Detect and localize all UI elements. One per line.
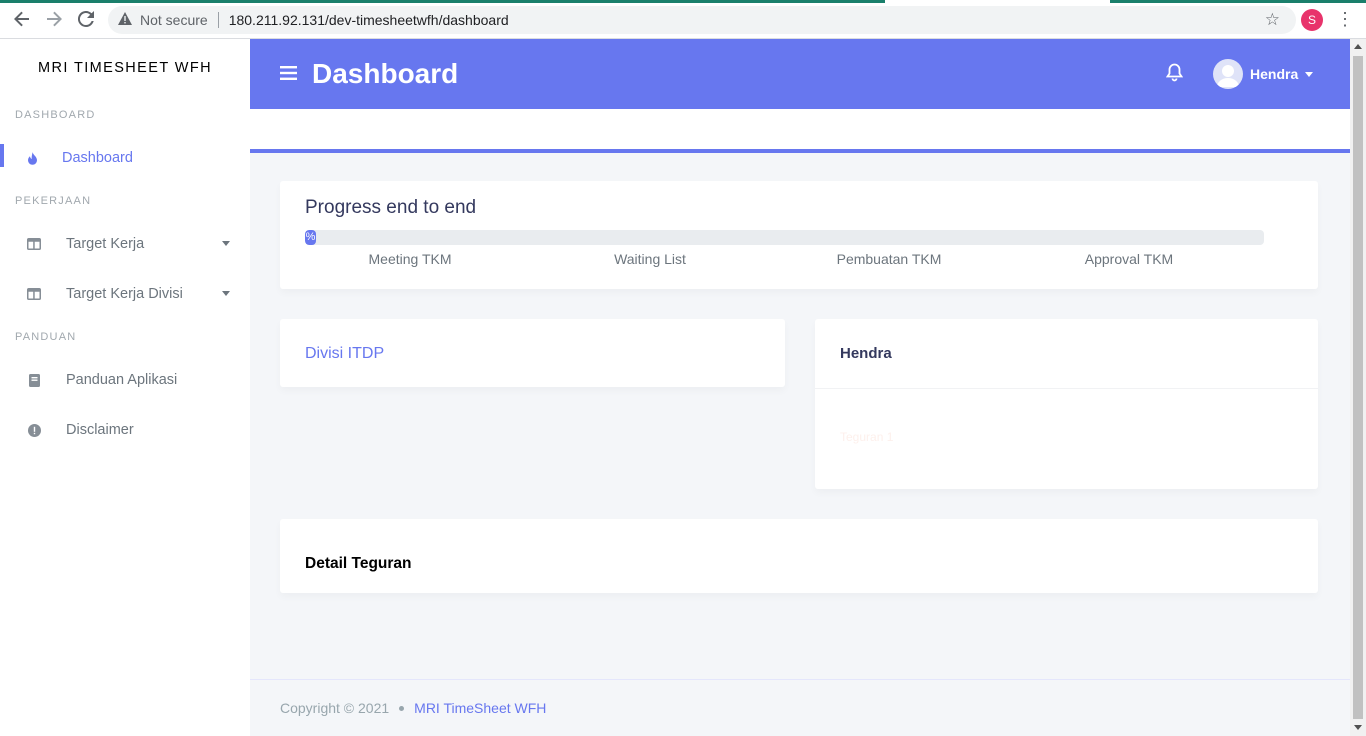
sidebar-item-target-kerja-divisi[interactable]: Target Kerja Divisi (0, 269, 250, 319)
caret-down-icon (222, 241, 230, 246)
caret-down-icon[interactable] (1305, 72, 1313, 77)
back-button[interactable] (6, 3, 38, 35)
security-label: Not secure (140, 12, 208, 28)
caret-down-icon (222, 291, 230, 296)
sidebar-item-panduan-aplikasi[interactable]: Panduan Aplikasi (0, 355, 250, 405)
sidebar-item-disclaimer[interactable]: Disclaimer (0, 405, 250, 455)
url-text[interactable]: 180.211.92.131/dev-timesheetwfh/dashboar… (229, 12, 509, 28)
progress-steps: Meeting TKM Waiting List Pembuatan TKM A… (305, 251, 1264, 269)
detail-card-title: Detail Teguran (305, 555, 412, 572)
scroll-down-arrow-icon[interactable] (1354, 725, 1362, 730)
main-content: Dashboard Hendra Progress end to end % M… (250, 39, 1350, 736)
browser-menu-icon[interactable]: ⋮ (1336, 9, 1354, 29)
detail-teguran-card: Detail Teguran (280, 519, 1318, 593)
address-bar[interactable]: Not secure 180.211.92.131/dev-timesheetw… (108, 6, 1296, 34)
step-label: Approval TKM (1084, 251, 1174, 267)
fire-icon (22, 151, 42, 165)
browser-toolbar: Not secure 180.211.92.131/dev-timesheetw… (0, 0, 1366, 39)
divisi-card-title[interactable]: Divisi ITDP (305, 345, 384, 363)
sidebar-item-label: Disclaimer (66, 422, 134, 438)
avatar[interactable] (1213, 59, 1243, 89)
step-label: Waiting List (614, 251, 686, 267)
teguran-label: Teguran 1 (840, 430, 894, 444)
reload-button[interactable] (70, 3, 102, 35)
step-label: Meeting TKM (368, 251, 452, 267)
menu-header-panduan: PANDUAN (15, 331, 77, 343)
arrow-left-icon (14, 11, 29, 27)
sidebar: MRI TIMESHEET WFH DASHBOARD Dashboard PE… (0, 39, 250, 736)
sidebar-item-label: Target Kerja (66, 236, 145, 252)
divider (217, 12, 219, 28)
top-navbar: Dashboard Hendra (250, 39, 1350, 109)
sidebar-item-label: Target Kerja Divisi (66, 286, 183, 302)
progress-bar: % (305, 230, 316, 245)
scroll-up-arrow-icon[interactable] (1354, 44, 1362, 49)
bullet-separator (399, 705, 405, 711)
menu-header-dashboard: DASHBOARD (15, 109, 96, 121)
progress-card: Progress end to end % Meeting TKM Waitin… (280, 181, 1318, 289)
section-header (250, 109, 1350, 153)
sidebar-brand[interactable]: MRI TIMESHEET WFH (0, 39, 250, 97)
columns-icon (24, 288, 44, 300)
book-icon (24, 373, 44, 387)
scroll-thumb[interactable] (1353, 56, 1363, 719)
tab-strip-accent (0, 0, 885, 3)
menu-header-pekerjaan: PEKERJAAN (15, 195, 92, 207)
sidebar-item-dashboard[interactable]: Dashboard (0, 133, 250, 183)
sidebar-item-label: Panduan Aplikasi (66, 372, 178, 388)
warning-icon (118, 12, 132, 28)
progress-track: % (305, 230, 1264, 245)
user-card: Hendra Teguran 1 (815, 319, 1318, 489)
forward-button[interactable] (38, 3, 70, 35)
sidebar-item-label: Dashboard (62, 150, 133, 166)
progress-card-title: Progress end to end (305, 197, 477, 218)
user-card-title: Hendra (840, 345, 892, 362)
arrow-right-icon (47, 11, 62, 27)
footer-copyright: Copyright © 2021 (280, 700, 390, 716)
user-name[interactable]: Hendra (1250, 66, 1298, 82)
divider (815, 388, 1318, 389)
profile-avatar[interactable]: S (1301, 9, 1323, 31)
footer: Copyright © 2021 MRI TimeSheet WFH (250, 679, 1350, 736)
page-scrollbar[interactable] (1350, 39, 1366, 736)
footer-app-link[interactable]: MRI TimeSheet WFH (414, 700, 546, 716)
reload-icon (78, 11, 94, 27)
columns-icon (24, 238, 44, 250)
hamburger-icon[interactable] (280, 63, 297, 86)
bell-icon[interactable] (1165, 63, 1184, 87)
step-label: Pembuatan TKM (836, 251, 942, 267)
bookmark-star-icon[interactable]: ☆ (1265, 10, 1280, 30)
page-title: Dashboard (312, 58, 459, 89)
sidebar-item-target-kerja[interactable]: Target Kerja (0, 219, 250, 269)
divisi-card: Divisi ITDP (280, 319, 785, 387)
exclamation-circle-icon (24, 423, 44, 437)
tab-strip-accent (1110, 0, 1366, 3)
